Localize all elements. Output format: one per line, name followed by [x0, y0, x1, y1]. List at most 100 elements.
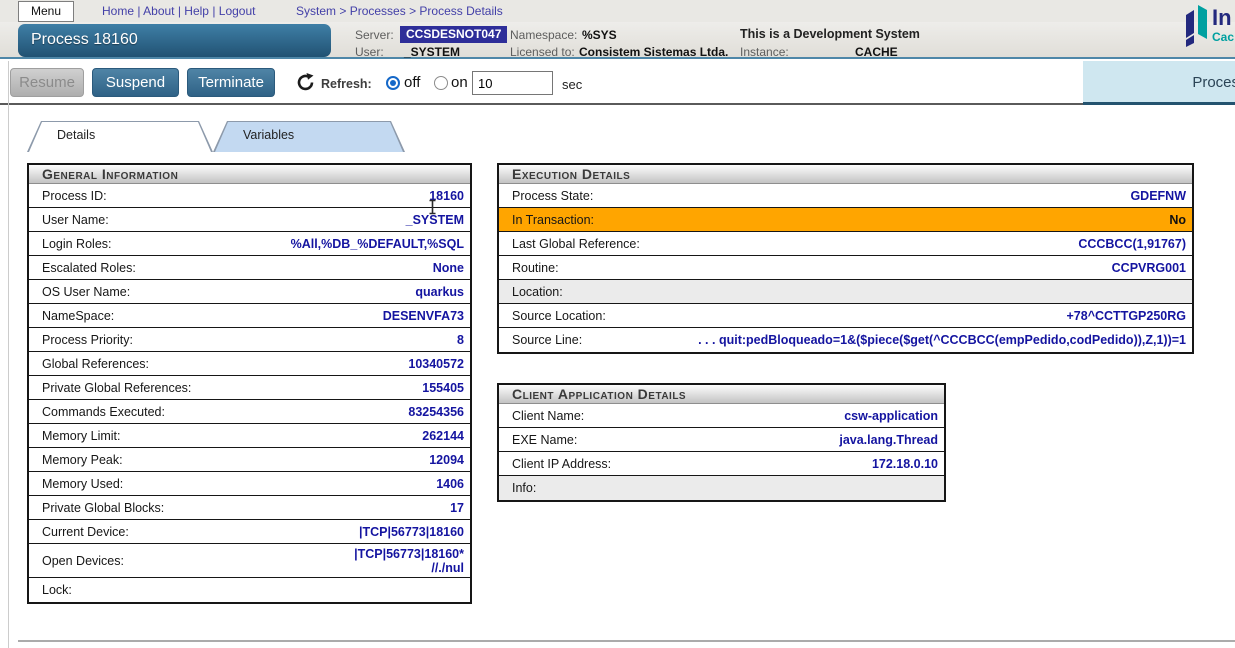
- row-label: Source Location:: [512, 309, 606, 323]
- row-value: csw-application: [844, 409, 938, 423]
- breadcrumb: System > Processes > Process Details: [296, 4, 503, 18]
- suspend-button[interactable]: Suspend: [92, 68, 179, 97]
- nav-link-logout[interactable]: Logout: [219, 4, 256, 18]
- table-body: Process ID:18160User Name:_SYSTEMLogin R…: [29, 184, 470, 602]
- toolbar: Resume Suspend Terminate Refresh: off on…: [0, 61, 1235, 105]
- row-label: Lock:: [42, 583, 72, 597]
- row-label: Process State:: [512, 189, 593, 203]
- row-value: 262144: [422, 429, 464, 443]
- intersystems-logo-mark: [1183, 3, 1211, 47]
- server-label: Server:: [355, 28, 394, 42]
- row-label: User Name:: [42, 213, 109, 227]
- namespace-value: %SYS: [582, 28, 617, 42]
- client-application-details-table: Client Application Details Client Name:c…: [497, 383, 946, 502]
- row-label: Last Global Reference:: [512, 237, 640, 251]
- breadcrumb-system[interactable]: System: [296, 4, 336, 18]
- breadcrumb-processes[interactable]: Processes: [350, 4, 406, 18]
- table-row: Last Global Reference: CCCBCC(1,91767): [499, 232, 1192, 256]
- table-row: Location:: [499, 280, 1192, 304]
- separator: |: [209, 4, 219, 18]
- development-system-notice: This is a Development System: [740, 27, 920, 41]
- licensed-to-value: Consistem Sistemas Ltda.: [579, 45, 728, 59]
- table-row: Global References:10340572: [29, 352, 470, 376]
- refresh-interval-input[interactable]: [472, 71, 553, 95]
- table-body: Process State:GDEFNWIn Transaction:NoLas…: [499, 184, 1192, 352]
- table-row: Client Name:csw-application: [499, 404, 944, 428]
- row-label: In Transaction:: [512, 213, 594, 227]
- table-row: Login Roles:%All,%DB_%DEFAULT,%SQL: [29, 232, 470, 256]
- row-value: 83254356: [408, 405, 464, 419]
- refresh-on-radio[interactable]: [434, 76, 448, 90]
- row-value: None: [433, 261, 464, 275]
- table-row: Process Priority:8: [29, 328, 470, 352]
- row-value: java.lang.Thread: [839, 433, 938, 447]
- table-row: Info:: [499, 476, 944, 500]
- row-label: Info:: [512, 481, 536, 495]
- table-row: Client IP Address:172.18.0.10: [499, 452, 944, 476]
- separator: >: [406, 4, 420, 18]
- table-row: Process ID:18160: [29, 184, 470, 208]
- row-value: GDEFNW: [1130, 189, 1186, 203]
- row-value: CCPVRG001: [1112, 261, 1186, 275]
- separator: |: [175, 4, 185, 18]
- row-label: OS User Name:: [42, 285, 130, 299]
- refresh-off-radio[interactable]: [386, 76, 400, 90]
- general-information-table: General Information Process ID:18160User…: [27, 163, 472, 604]
- refresh-off-label[interactable]: off: [404, 74, 420, 91]
- sec-label: sec: [562, 77, 582, 92]
- row-label: Memory Limit:: [42, 429, 120, 443]
- row-label: EXE Name:: [512, 433, 577, 447]
- ribbon-panel: Proces: [1083, 61, 1235, 105]
- refresh-on-label[interactable]: on: [451, 74, 468, 91]
- row-label: Process Priority:: [42, 333, 133, 347]
- row-value: 155405: [422, 381, 464, 395]
- nav-link-home[interactable]: Home: [102, 4, 134, 18]
- header-bar: Process 18160 Server: CCSDESNOT047 User:…: [0, 22, 1235, 59]
- row-value: |TCP|56773|18160: [359, 525, 464, 539]
- table-row: Escalated Roles: None: [29, 256, 470, 280]
- table-row: Memory Peak:12094: [29, 448, 470, 472]
- table-row: Current Device:|TCP|56773|18160: [29, 520, 470, 544]
- tab-variables[interactable]: Variables: [213, 121, 405, 152]
- nav-link-help[interactable]: Help: [184, 4, 209, 18]
- server-value: CCSDESNOT047: [400, 26, 507, 43]
- row-value: CCCBCC(1,91767): [1078, 237, 1186, 251]
- tab-details[interactable]: Details: [27, 121, 213, 152]
- nav-link-about[interactable]: About: [143, 4, 174, 18]
- breadcrumb-process-details[interactable]: Process Details: [419, 4, 502, 18]
- ribbon-title: Proces: [1192, 74, 1235, 91]
- separator: >: [336, 4, 350, 18]
- row-value: 172.18.0.10: [872, 457, 938, 471]
- menu-button[interactable]: Menu: [18, 1, 74, 22]
- separator: |: [134, 4, 143, 18]
- table-row: EXE Name: java.lang.Thread: [499, 428, 944, 452]
- terminate-button[interactable]: Terminate: [187, 68, 275, 97]
- refresh-icon: [296, 73, 315, 97]
- licensed-to-label: Licensed to:: [510, 45, 575, 59]
- refresh-label: Refresh:: [321, 77, 372, 91]
- table-row: Private Global Blocks:17: [29, 496, 470, 520]
- row-label: Open Devices:: [42, 554, 124, 568]
- logo-text-line2: Cac: [1212, 30, 1234, 44]
- row-label: Commands Executed:: [42, 405, 165, 419]
- user-value: _SYSTEM: [404, 45, 460, 59]
- row-label: Escalated Roles:: [42, 261, 136, 275]
- process-details-page: { "top_bar": { "menu_label": "Menu", "li…: [0, 0, 1235, 648]
- row-label: Private Global References:: [42, 381, 191, 395]
- row-value: 12094: [429, 453, 464, 467]
- text-cursor: [427, 199, 438, 220]
- table-row: Private Global References: 155405: [29, 376, 470, 400]
- table-row: Lock:: [29, 578, 470, 602]
- tab-bar: DetailsVariables: [27, 121, 405, 152]
- tab-label: Details: [27, 121, 213, 150]
- top-bar: Menu Home | About | Help | Logout System…: [0, 0, 1235, 22]
- row-label: NameSpace:: [42, 309, 114, 323]
- resume-button[interactable]: Resume: [10, 68, 84, 97]
- row-label: Location:: [512, 285, 563, 299]
- row-label: Source Line:: [512, 333, 582, 347]
- bottom-divider: [18, 640, 1235, 642]
- row-label: Routine:: [512, 261, 559, 275]
- table-row: Routine: CCPVRG001: [499, 256, 1192, 280]
- logo-text-line1: In: [1212, 5, 1232, 31]
- namespace-label: Namespace:: [510, 28, 577, 42]
